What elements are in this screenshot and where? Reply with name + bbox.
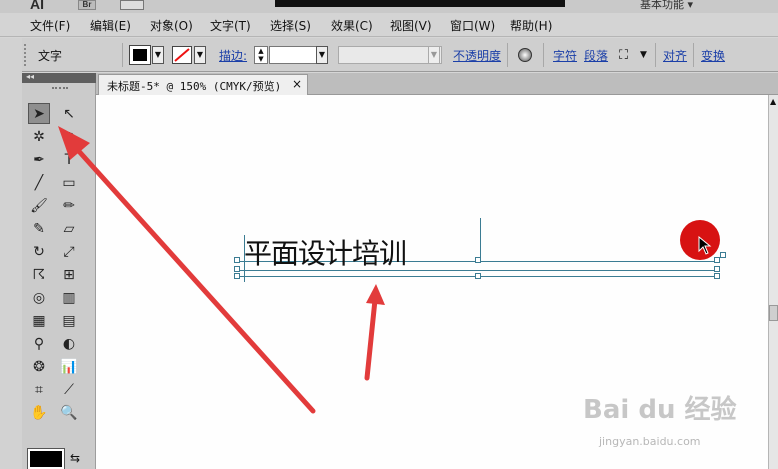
artboard-tool-icon[interactable]: ⌗ <box>28 379 50 400</box>
panel-grip[interactable] <box>52 87 68 89</box>
vertical-guide <box>480 218 481 262</box>
zoom-tool-icon[interactable]: 🔍 <box>58 402 80 423</box>
divider <box>507 43 508 67</box>
bounding-box-handle[interactable] <box>234 273 240 279</box>
magic-wand-tool-icon[interactable]: ✲ <box>28 126 50 147</box>
stroke-label[interactable]: 描边: <box>219 47 247 64</box>
blob-brush-tool-icon[interactable]: ✎ <box>28 218 50 239</box>
variable-width-profile[interactable] <box>338 46 442 64</box>
divider <box>655 43 656 67</box>
fill-swatch[interactable] <box>27 448 65 469</box>
recolor-artwork-icon[interactable] <box>518 48 532 62</box>
close-tab-icon[interactable]: × <box>292 77 302 91</box>
fill-dropdown[interactable]: ▼ <box>152 46 164 64</box>
slice-tool-icon[interactable]: ⟋ <box>58 379 80 400</box>
fill-color-swatch[interactable] <box>129 45 151 65</box>
stroke-weight-stepper[interactable]: ▲ ▼ <box>254 46 268 64</box>
line-tool-icon[interactable]: ╱ <box>28 172 50 193</box>
watermark-url: jingyan.baidu.com <box>599 435 701 448</box>
arrange-documents-icon[interactable] <box>120 0 144 10</box>
stroke-weight-input[interactable] <box>269 46 317 64</box>
character-panel-link[interactable]: 字符 <box>553 47 577 64</box>
canvas-art-text[interactable]: 平面设计培训 <box>244 232 407 272</box>
control-bar-grip[interactable] <box>24 44 28 66</box>
app-logo: AI <box>30 0 44 12</box>
divider <box>122 43 123 67</box>
menu-file[interactable]: 文件(F) <box>30 17 70 34</box>
transform-link[interactable]: 变换 <box>701 47 725 64</box>
app-bar: AI Br 基本功能 ▾ <box>0 0 778 13</box>
watermark-brand: Bai du 经验 <box>583 395 737 425</box>
type-tool-icon[interactable]: T <box>58 149 80 170</box>
document-tab[interactable]: 未标题-5* @ 150% (CMYK/预览) × <box>98 74 308 95</box>
graph-tool-icon[interactable]: 📊 <box>58 356 80 377</box>
stroke-color-swatch[interactable] <box>172 46 192 64</box>
left-strip <box>0 38 22 469</box>
stroke-dropdown[interactable]: ▼ <box>194 46 206 64</box>
align-link[interactable]: 对齐 <box>663 47 687 64</box>
document-tab-title: 未标题-5* @ 150% (CMYK/预览) <box>107 80 282 93</box>
warp-dropdown-chevron-icon[interactable]: ▼ <box>640 50 647 60</box>
scroll-up-arrow-icon[interactable]: ▲ <box>770 97 776 106</box>
tools-panel: ◂◂ ➤ ↖ ✲ ◌ ✒ T ╱ ▭ 🖌 ✏ ✎ ▱ ↻ ⤢ ☈ ⊞ ◎ ▥ ▦ ▤ ⚲ ◐ ❂ 📊 ⌗ ⟋ ✋ 🔍 ⇆ <box>22 72 96 469</box>
menu-object[interactable]: 对象(O) <box>150 17 193 34</box>
bounding-box-handle[interactable] <box>234 266 240 272</box>
scale-tool-icon[interactable]: ⤢ <box>58 241 80 262</box>
workspace-switcher[interactable]: 基本功能 ▾ <box>640 0 693 12</box>
document-tab-bar: 未标题-5* @ 150% (CMYK/预览) × <box>96 73 778 95</box>
title-strip <box>275 0 565 7</box>
divider <box>543 43 544 67</box>
control-bar: 文字 ▼ ▼ 描边: ▲ ▼ ▼ ▼ 不透明度 字符 段落 ⛶ ▼ 对齐 变换 <box>22 38 778 72</box>
mouse-cursor-icon <box>698 236 712 255</box>
divider <box>693 43 694 67</box>
gradient-tool-icon[interactable]: ▤ <box>58 310 80 331</box>
swap-fill-stroke-icon[interactable]: ⇆ <box>70 451 80 465</box>
bridge-button[interactable]: Br <box>78 0 96 10</box>
menu-select[interactable]: 选择(S) <box>270 17 311 34</box>
menu-bar: 文件(F) 编辑(E) 对象(O) 文字(T) 选择(S) 效果(C) 视图(V… <box>0 13 778 37</box>
collapse-panel-icon[interactable]: ◂◂ <box>26 72 34 81</box>
selection-tool-icon[interactable]: ➤ <box>28 103 50 124</box>
bounding-box-handle[interactable] <box>714 273 720 279</box>
profile-dropdown[interactable]: ▼ <box>428 46 440 64</box>
tool-grid: ➤ ↖ ✲ ◌ ✒ T ╱ ▭ 🖌 ✏ ✎ ▱ ↻ ⤢ ☈ ⊞ ◎ ▥ ▦ ▤ ⚲ ◐ ❂ 📊 ⌗ ⟋ ✋ 🔍 <box>28 103 94 423</box>
opacity-label[interactable]: 不透明度 <box>453 47 501 64</box>
bounding-box-handle[interactable] <box>475 273 481 279</box>
menu-window[interactable]: 窗口(W) <box>450 17 495 34</box>
symbol-sprayer-tool-icon[interactable]: ❂ <box>28 356 50 377</box>
eyedropper-tool-icon[interactable]: ⚲ <box>28 333 50 354</box>
perspective-grid-tool-icon[interactable]: ▥ <box>58 287 80 308</box>
pen-tool-icon[interactable]: ✒ <box>28 149 50 170</box>
stroke-weight-dropdown[interactable]: ▼ <box>316 46 328 64</box>
eraser-tool-icon[interactable]: ▱ <box>58 218 80 239</box>
scrollbar-thumb[interactable] <box>769 305 778 321</box>
bounding-box-handle[interactable] <box>714 266 720 272</box>
menu-help[interactable]: 帮助(H) <box>510 17 552 34</box>
menu-view[interactable]: 视图(V) <box>390 17 432 34</box>
shape-builder-tool-icon[interactable]: ◎ <box>28 287 50 308</box>
paragraph-panel-link[interactable]: 段落 <box>584 47 608 64</box>
tools-panel-header[interactable]: ◂◂ <box>22 72 96 83</box>
current-tool-label: 文字 <box>38 49 63 63</box>
bounding-box-handle[interactable] <box>475 257 481 263</box>
envelope-warp-icon[interactable]: ⛶ <box>619 48 628 63</box>
hand-tool-icon[interactable]: ✋ <box>28 402 50 423</box>
no-stroke-slash-icon <box>174 48 190 62</box>
paintbrush-tool-icon[interactable]: 🖌 <box>28 195 50 216</box>
menu-edit[interactable]: 编辑(E) <box>90 17 131 34</box>
warp-tool-icon[interactable]: ☈ <box>28 264 50 285</box>
direct-selection-tool-icon[interactable]: ↖ <box>58 103 80 124</box>
menu-effect[interactable]: 效果(C) <box>331 17 373 34</box>
pencil-tool-icon[interactable]: ✏ <box>58 195 80 216</box>
bounding-box-handle[interactable] <box>234 257 240 263</box>
bounding-box-handle[interactable] <box>720 252 726 258</box>
watermark: Bai du 经验 jingyan.baidu.com <box>583 383 773 463</box>
free-transform-tool-icon[interactable]: ⊞ <box>58 264 80 285</box>
mesh-tool-icon[interactable]: ▦ <box>28 310 50 331</box>
rectangle-tool-icon[interactable]: ▭ <box>58 172 80 193</box>
lasso-tool-icon[interactable]: ◌ <box>58 126 80 147</box>
rotate-tool-icon[interactable]: ↻ <box>28 241 50 262</box>
menu-type[interactable]: 文字(T) <box>210 17 251 34</box>
blend-tool-icon[interactable]: ◐ <box>58 333 80 354</box>
